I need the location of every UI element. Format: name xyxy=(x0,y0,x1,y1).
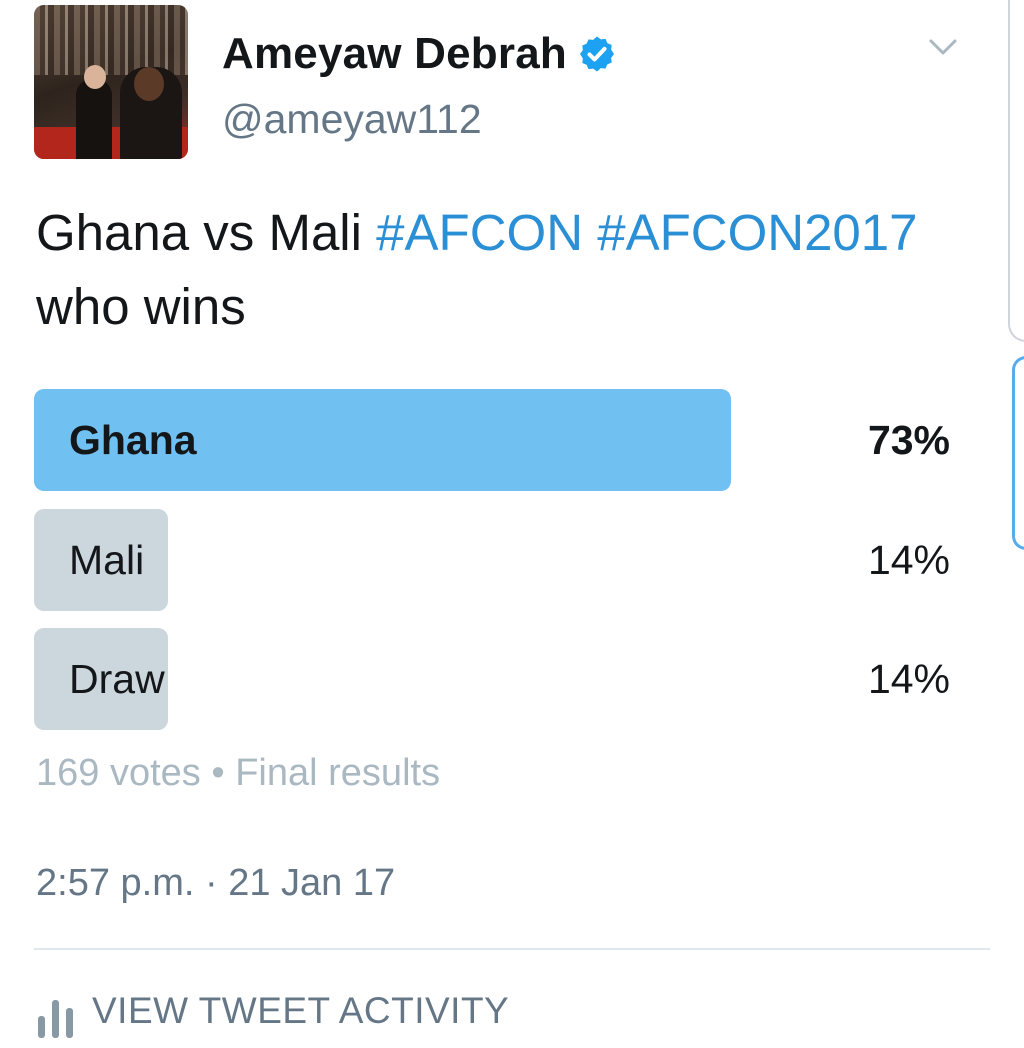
author-avatar[interactable] xyxy=(34,5,188,159)
verified-badge-icon xyxy=(579,36,614,72)
poll-option-label: Draw xyxy=(69,656,165,702)
avatar-head-main xyxy=(134,67,164,101)
divider xyxy=(34,948,990,950)
poll-option-mali: Mali 14% xyxy=(34,509,950,611)
author-handle[interactable]: @ameyaw112 xyxy=(222,96,482,143)
poll-option-percent: 73% xyxy=(867,417,950,463)
poll-option-label: Ghana xyxy=(69,417,197,463)
chevron-down-icon[interactable] xyxy=(926,32,960,62)
poll-status: Final results xyxy=(235,752,441,794)
hashtag-link[interactable]: #AFCON2017 xyxy=(597,204,917,261)
avatar-head-left xyxy=(84,65,106,89)
poll-option-label: Mali xyxy=(69,537,145,583)
poll-option-percent: 14% xyxy=(867,537,950,583)
tweet-text-part: Ghana vs Mali xyxy=(36,204,377,261)
view-tweet-activity-label: VIEW TWEET ACTIVITY xyxy=(92,990,510,1031)
view-tweet-activity-button[interactable]: VIEW TWEET ACTIVITY xyxy=(34,988,509,1048)
poll-option-draw: Draw 14% xyxy=(34,628,950,730)
poll-option-ghana: Ghana 73% xyxy=(34,389,950,491)
adjacent-highlight-edge xyxy=(1012,356,1024,550)
poll-vote-count: 169 votes xyxy=(36,752,201,794)
analytics-bar-icon xyxy=(38,1000,73,1038)
hashtag-link[interactable]: #AFCON xyxy=(376,204,583,261)
poll-summary: 169 votes • Final results xyxy=(36,752,440,795)
adjacent-card-edge xyxy=(1008,0,1024,342)
poll-option-percent: 14% xyxy=(867,656,950,702)
tweet-text-space xyxy=(583,204,597,261)
poll-meta-separator: • xyxy=(200,752,236,794)
tweet-timestamp[interactable]: 2:57 p.m. · 21 Jan 17 xyxy=(36,862,395,905)
avatar-background xyxy=(34,5,188,75)
author-name-row: Ameyaw Debrah xyxy=(222,26,617,82)
author-display-name[interactable]: Ameyaw Debrah xyxy=(222,29,567,79)
tweet-text: Ghana vs Mali #AFCON #AFCON2017 who wins xyxy=(36,196,996,344)
tweet-text-part: who wins xyxy=(36,278,246,335)
avatar-figure-left xyxy=(76,79,112,159)
